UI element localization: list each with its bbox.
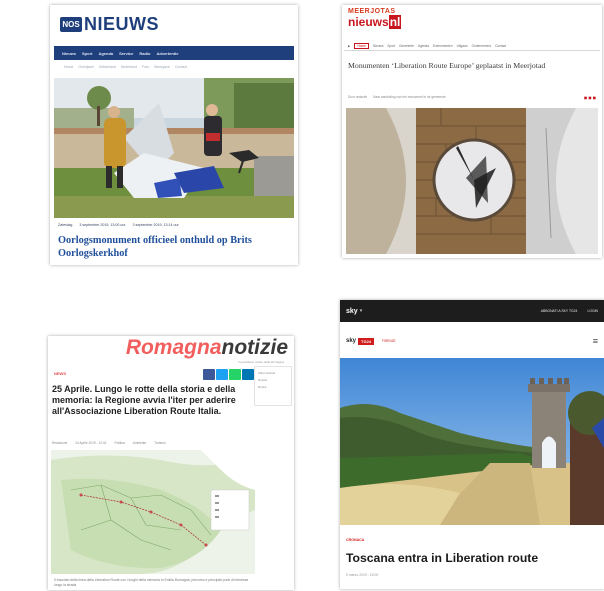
meta-item: Zaterdag [58,223,73,227]
sundial-monument-photo[interactable] [346,108,598,254]
meerjotas-logo-main: nieuwsnl [348,15,402,29]
sky-logo[interactable]: sky [346,308,358,315]
category-label[interactable]: CRONACA [346,538,364,542]
nav-item[interactable]: Sport [387,44,395,48]
nos-logo-badge: NOS [60,17,82,32]
meta-item: Turismo [154,441,166,445]
map-caption: Il tracciato della linea della Liberatio… [54,578,249,587]
nav-item[interactable]: Nieuws [373,44,383,48]
sky-section-bar: sky TG24 FIRENZE ≡ [340,333,604,349]
nos-sub-nav: Home Overijssel Gelderland Nederland Fot… [54,62,294,71]
article-headline[interactable]: Oorlogsmonument officieel onthuld op Bri… [58,234,294,260]
whatsapp-icon[interactable] [229,369,241,380]
romagna-tagline: il quotidiano online della Romagna [238,360,284,364]
nav-item[interactable]: Gemeente [399,44,414,48]
nos-subnav-item[interactable]: Home [64,65,73,69]
nos-nav-item[interactable]: Agenda [98,51,113,56]
sidebar-item[interactable]: Ultimi articoli [258,370,288,377]
meta-item: Door redactie [348,95,368,99]
nos-logo[interactable]: NOS NIEUWS [60,14,159,35]
meta-item: Politica [114,441,125,445]
news-card-skytg24[interactable]: sky ▾ ABBONATI A SKY TG24 LOGIN sky TG24… [340,300,604,589]
route-map-image[interactable] [51,450,255,574]
meta-item: 24 Aprile 2019 - 12:42 [75,441,107,445]
play-icon[interactable]: ▶ [348,44,350,48]
nos-subnav-item[interactable]: Nederland [121,65,137,69]
article-headline[interactable]: Toscana entra in Liberation route [346,551,598,565]
share-icon[interactable] [242,369,254,380]
meta-item: 3 september 2019, 13:00 uur [79,223,126,227]
nos-nav-item[interactable]: Nieuws [62,51,76,56]
tg24-badge[interactable]: TG24 [358,337,375,345]
nav-item[interactable]: Evenementen [433,44,453,48]
nav-item-home[interactable]: Home [354,42,369,49]
meta-item: Ambiente [132,441,147,445]
romagna-logo[interactable]: Romagnanotizie [126,336,288,360]
article-meta: Door redactie Naar aanleiding van het mo… [348,93,596,101]
tower-landscape-photo[interactable] [340,358,604,525]
sky-small-logo[interactable]: sky [346,338,356,344]
monument-unveiling-photo[interactable] [54,78,294,218]
logo-part: Romagna [125,336,222,359]
nos-subnav-item[interactable]: Weergave [154,65,170,69]
logo-part: notizie [221,336,289,359]
twitter-icon[interactable] [216,369,228,380]
top-bar-actions: ABBONATI A SKY TG24 LOGIN [541,309,598,313]
article-headline[interactable]: 25 Aprile. Lungo le rotte della storia e… [52,384,252,417]
nos-main-nav: Nieuws Sport Agenda Service Radio Advert… [54,46,294,60]
nav-item[interactable]: Agenda [418,44,429,48]
nos-subnav-item[interactable]: Gelderland [99,65,116,69]
social-share-bar [203,369,254,380]
nav-item[interactable]: Ondernemers [472,44,492,48]
facebook-icon[interactable] [203,369,215,380]
article-meta: Zaterdag 3 september 2019, 13:00 uur 3 s… [58,221,292,229]
nos-logo-text: NIEUWS [84,14,159,34]
category-label[interactable]: NEWS [54,371,66,376]
chevron-down-icon[interactable]: ▾ [360,308,363,314]
nav-item[interactable]: Uitgaan [457,44,468,48]
article-date: 5 marzo 2019 - 15:00 [346,573,379,577]
subscribe-link[interactable]: ABBONATI A SKY TG24 [541,309,578,313]
article-meta: Redazione 24 Aprile 2019 - 12:42 Politic… [52,439,248,447]
nos-subnav-item[interactable]: Foto [142,65,149,69]
sidebar-box: Ultimi articoli Notizie Rimini [254,366,292,406]
nav-item[interactable]: Contact [495,44,506,48]
news-card-meerjotas[interactable]: MEERJOTAS nieuwsnl ▶ Home Nieuws Sport G… [342,5,602,258]
news-card-romagna[interactable]: Romagnanotizie il quotidiano online dell… [48,336,294,590]
article-headline[interactable]: Monumenten ‘Liberation Route Europe’ gep… [348,61,596,71]
nos-subnav-item[interactable]: Overijssel [78,65,93,69]
sidebar-item[interactable]: Rimini [258,384,288,391]
nos-nav-item[interactable]: Advertentie [157,51,179,56]
hamburger-menu-icon[interactable]: ≡ [593,336,598,346]
logo-accent: nl [388,15,402,29]
news-card-nos[interactable]: NOS NIEUWS Nieuws Sport Agenda Service R… [50,5,298,265]
meta-item: Redazione [52,441,68,445]
sidebar-item[interactable]: Notizie [258,377,288,384]
meerjotas-logo[interactable]: MEERJOTAS nieuwsnl [348,8,402,29]
nos-nav-item[interactable]: Service [119,51,133,56]
meta-item: 3 september 2019, 13:14 uur [132,223,179,227]
nos-nav-item[interactable]: Radio [139,51,150,56]
sky-top-bar: sky ▾ ABBONATI A SKY TG24 LOGIN [340,300,604,322]
login-link[interactable]: LOGIN [587,309,598,313]
section-label[interactable]: FIRENZE [382,339,396,343]
meerjotas-nav: ▶ Home Nieuws Sport Gemeente Agenda Even… [344,41,600,51]
nos-subnav-item[interactable]: Contact [175,65,187,69]
meerjotas-logo-top: MEERJOTAS [348,8,396,15]
meta-item: Naar aanleiding van het monument in de g… [373,95,446,99]
logo-part: nieuws [348,15,389,29]
nos-nav-item[interactable]: Sport [82,51,92,56]
share-icons[interactable]: ◼ ◼ ◼ [584,95,596,100]
